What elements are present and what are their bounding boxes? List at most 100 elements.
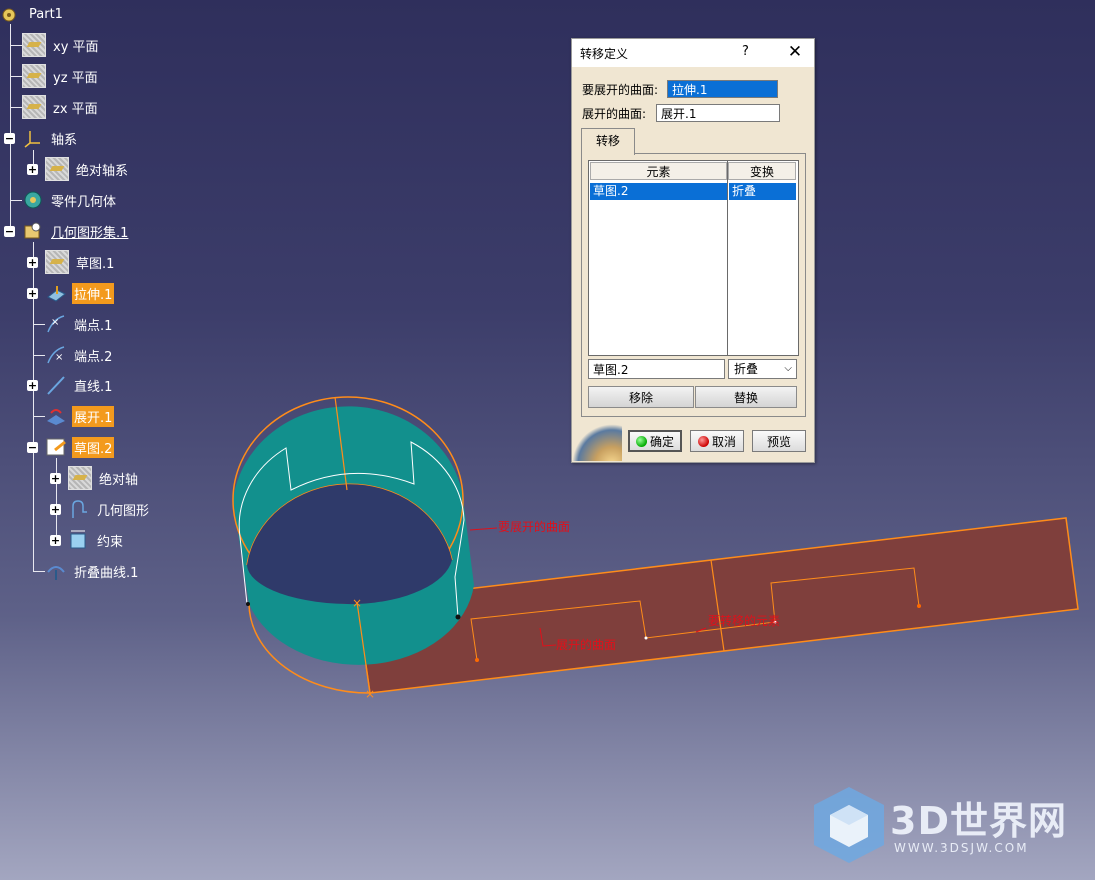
part-body-icon xyxy=(22,189,44,211)
tree-node-absolute-axis[interactable]: 绝对轴系 xyxy=(45,157,130,181)
help-icon[interactable]: ? xyxy=(742,44,749,59)
column-header-transform[interactable]: 变换 xyxy=(728,162,796,180)
absolute-axis-icon xyxy=(45,157,69,181)
tree-label-constraints: 约束 xyxy=(97,534,124,550)
tree-node-geometry[interactable]: 几何图形 xyxy=(68,498,151,520)
tree-node-yz-plane[interactable]: yz 平面 xyxy=(22,64,100,88)
svg-text:×: × xyxy=(55,352,63,363)
transfer-table: 元素 变换 草图.2 折叠 xyxy=(588,160,799,356)
expand-icon[interactable]: + xyxy=(50,473,61,484)
tree-node-xy-plane[interactable]: xy 平面 xyxy=(22,33,101,57)
surface-to-unfold-field[interactable]: 拉伸.1 xyxy=(667,80,779,98)
cancel-button[interactable]: 取消 xyxy=(690,430,744,452)
tree-label-abs-axis: 绝对轴 xyxy=(99,472,139,488)
expand-icon[interactable]: + xyxy=(27,288,38,299)
tree-label-yz-plane: yz 平面 xyxy=(53,70,98,86)
preview-button[interactable]: 预览 xyxy=(752,430,806,452)
tree-node-geo-set[interactable]: 几何图形集.1 xyxy=(22,220,130,242)
annotation-unfolded-surface: 展开的曲面 xyxy=(556,638,617,652)
point-icon: × xyxy=(45,313,67,335)
ok-button[interactable]: 确定 xyxy=(628,430,682,452)
constraint-icon xyxy=(68,529,90,551)
expand-icon[interactable]: + xyxy=(50,504,61,515)
curve-vertex-a xyxy=(644,636,648,640)
tree-label-fold-curve: 折叠曲线.1 xyxy=(74,565,139,581)
collapse-icon[interactable]: − xyxy=(4,226,15,237)
dialog-title: 转移定义 xyxy=(580,46,629,61)
tree-node-abs-axis[interactable]: 绝对轴 xyxy=(68,466,140,490)
tree-node-axis-system[interactable]: 轴系 xyxy=(22,127,79,149)
tree-node-part-body[interactable]: 零件几何体 xyxy=(22,189,118,211)
tree-label-line1: 直线.1 xyxy=(74,379,113,395)
chevron-down-icon: ⌵ xyxy=(784,363,792,374)
tree-node-zx-plane[interactable]: zx 平面 xyxy=(22,95,100,119)
watermark-url: WWW.3DSJW.COM xyxy=(894,841,1029,855)
plane-icon xyxy=(22,95,46,119)
vertex-marker-top: × xyxy=(352,596,362,610)
remove-button[interactable]: 移除 xyxy=(588,386,694,408)
tree-node-extrude1[interactable]: 拉伸.1 xyxy=(45,282,115,304)
transform-select[interactable]: 折叠 ⌵ xyxy=(728,359,797,379)
sketch-endpoint-b xyxy=(246,602,250,606)
replace-button[interactable]: 替换 xyxy=(695,386,797,408)
expand-icon[interactable]: + xyxy=(27,380,38,391)
tree-label-geometry: 几何图形 xyxy=(97,503,150,519)
tree-node-unfold1[interactable]: 展开.1 xyxy=(45,405,115,427)
sketch-icon xyxy=(45,436,67,458)
tab-transfer[interactable]: 转移 xyxy=(581,128,635,155)
extrude-icon xyxy=(45,282,67,304)
table-row-element-cell[interactable]: 草图.2 xyxy=(590,183,727,200)
plane-icon xyxy=(22,64,46,88)
transform-select-value: 折叠 xyxy=(734,362,759,376)
expand-icon[interactable]: + xyxy=(27,164,38,175)
table-row-transform-cell[interactable]: 折叠 xyxy=(729,183,796,200)
dialog-titlebar[interactable]: 转移定义 ? ✕ xyxy=(572,39,814,67)
surface-to-unfold-label: 要展开的曲面: xyxy=(582,82,659,97)
watermark-cube-icon xyxy=(814,787,884,863)
unfolded-surface-row: 展开的曲面: 展开.1 xyxy=(582,104,781,122)
ok-button-label: 确定 xyxy=(649,434,674,449)
fold-curve-icon xyxy=(45,560,67,582)
plane-icon xyxy=(22,33,46,57)
tree-label-sketch1: 草图.1 xyxy=(76,256,115,272)
line-icon xyxy=(45,374,67,396)
3d-viewport[interactable]: × × 要展开的曲面 展开的曲面 要转移的元素 Part1 xy 平面 yz 平… xyxy=(0,0,1095,880)
dialog-logo-icon xyxy=(572,424,622,461)
tree-node-line1[interactable]: 直线.1 xyxy=(45,374,114,396)
tree-label-part1: Part1 xyxy=(29,6,63,22)
tree-label-unfold1: 展开.1 xyxy=(72,405,115,427)
tree-node-sketch1[interactable]: 草图.1 xyxy=(45,250,116,274)
expand-icon[interactable]: + xyxy=(50,535,61,546)
cancel-button-label: 取消 xyxy=(711,434,736,449)
unfolded-surface-label: 展开的曲面: xyxy=(582,106,647,121)
annotation-surface-to-unfold: 要展开的曲面 xyxy=(498,520,571,534)
tree-label-endpoint2: 端点.2 xyxy=(74,349,113,365)
red-dot-icon xyxy=(697,435,709,447)
close-icon[interactable]: ✕ xyxy=(782,41,808,63)
tree-label-absolute-axis: 绝对轴系 xyxy=(76,163,129,179)
tree-label-endpoint1: 端点.1 xyxy=(74,318,113,334)
collapse-icon[interactable]: − xyxy=(4,133,15,144)
point-icon: × xyxy=(45,344,67,366)
tree-label-zx-plane: zx 平面 xyxy=(53,101,98,117)
part-gear-icon xyxy=(0,3,22,25)
tree-node-endpoint2[interactable]: × 端点.2 xyxy=(45,344,114,366)
tree-node-endpoint1[interactable]: × 端点.1 xyxy=(45,313,114,335)
surface-to-unfold-row: 要展开的曲面: 拉伸.1 xyxy=(582,80,779,98)
sketch-icon xyxy=(45,250,69,274)
annotation-elements-to-transfer: 要转移的元素 xyxy=(708,614,781,628)
sketch-endpoint-a xyxy=(455,614,461,620)
tree-node-constraints[interactable]: 约束 xyxy=(68,529,125,551)
curve-endpoint-b xyxy=(917,604,921,608)
unfold-icon xyxy=(45,405,67,427)
tree-node-part1[interactable]: Part1 xyxy=(0,3,65,25)
collapse-icon[interactable]: − xyxy=(27,442,38,453)
annotation-leader-1 xyxy=(469,527,498,531)
tree-node-sketch2[interactable]: 草图.2 xyxy=(45,436,115,458)
geometry-icon xyxy=(68,498,90,520)
tree-node-fold-curve[interactable]: 折叠曲线.1 xyxy=(45,560,140,582)
expand-icon[interactable]: + xyxy=(27,257,38,268)
unfolded-surface-field[interactable]: 展开.1 xyxy=(656,104,781,122)
column-header-element[interactable]: 元素 xyxy=(590,162,727,180)
element-edit-field[interactable]: 草图.2 xyxy=(588,359,725,379)
